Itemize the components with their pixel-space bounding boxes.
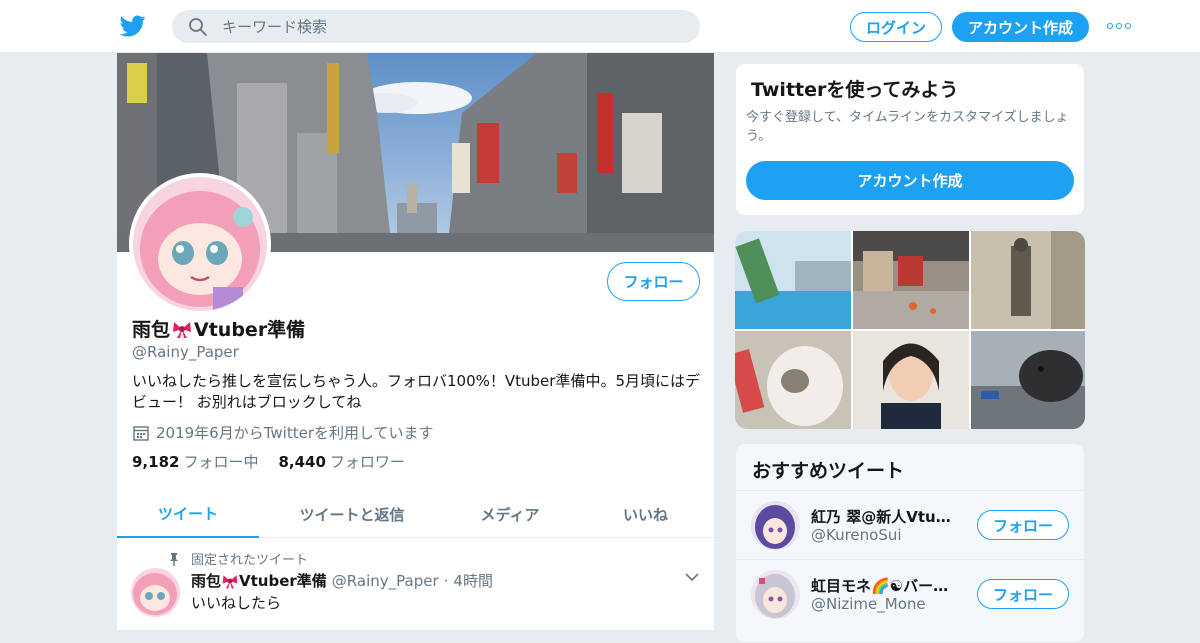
pinned-indicator: 固定されたツイート bbox=[167, 549, 308, 568]
recommended-user-name[interactable]: 虹目モネ🌈☯バーチャル bbox=[811, 575, 961, 596]
media-thumbnail[interactable] bbox=[853, 331, 969, 429]
profile-name: 雨包 Vtuber準備 bbox=[132, 315, 305, 342]
recommended-user-avatar[interactable] bbox=[751, 570, 800, 619]
search-input[interactable] bbox=[222, 17, 662, 36]
recommended-user-name[interactable]: 紅乃 翠@新人Vtuber bbox=[811, 506, 961, 527]
tweet-author-name-part2[interactable]: Vtuber準備 bbox=[239, 570, 327, 591]
tab-tweets[interactable]: ツイート bbox=[117, 490, 259, 538]
follow-button[interactable]: フォロー bbox=[607, 262, 700, 301]
tab-likes[interactable]: いいね bbox=[575, 490, 714, 538]
login-button[interactable]: ログイン bbox=[850, 12, 942, 42]
followers-stat[interactable]: 8,440 フォロワー bbox=[278, 451, 404, 472]
media-thumbnail[interactable] bbox=[971, 231, 1085, 329]
media-thumbnail[interactable] bbox=[853, 231, 969, 329]
signup-card-button[interactable]: アカウント作成 bbox=[746, 161, 1074, 200]
join-date-text: 2019年6月からTwitterを利用しています bbox=[156, 424, 434, 442]
recommended-follow-button[interactable]: フォロー bbox=[977, 579, 1069, 609]
following-stat[interactable]: 9,182 フォロー中 bbox=[132, 451, 258, 472]
pinned-tweet[interactable]: 固定されたツイート 雨包 Vtuber準備 @Rainy_Paper · 4時間 bbox=[117, 538, 714, 630]
recommended-user[interactable]: 虹目モネ🌈☯バーチャル @Nizime_Mone フォロー bbox=[736, 559, 1084, 628]
following-count: 9,182 bbox=[132, 453, 180, 471]
recommended-follow-button[interactable]: フォロー bbox=[977, 510, 1069, 540]
ribbon-emoji-icon bbox=[222, 574, 238, 588]
more-dots-icon[interactable] bbox=[1107, 20, 1131, 32]
tweet-author-name-part1[interactable]: 雨包 bbox=[191, 570, 221, 591]
tab-tweets-replies[interactable]: ツイートと返信 bbox=[259, 490, 445, 538]
profile-bio: いいねしたら推しを宣伝しちゃう人。フォロバ100%！Vtuber準備中。5月頃に… bbox=[132, 372, 700, 411]
profile-tabs: ツイート ツイートと返信 メディア いいね bbox=[117, 490, 714, 538]
signup-button[interactable]: アカウント作成 bbox=[952, 12, 1089, 42]
recommended-panel: おすすめツイート 紅乃 翠@新人Vtuber @KurenoSui フォロー 虹… bbox=[735, 443, 1085, 643]
media-thumbnail[interactable] bbox=[735, 331, 851, 429]
pinned-label: 固定されたツイート bbox=[191, 553, 309, 568]
profile-stats: 9,182 フォロー中 8,440 フォロワー bbox=[132, 451, 405, 472]
signup-card-title: Twitterを使ってみよう bbox=[751, 79, 959, 101]
profile-column: フォロー 雨包 Vtuber準備 @Rainy_Paper いいねしたら推しを宣… bbox=[116, 53, 715, 630]
media-thumbnail[interactable] bbox=[735, 231, 851, 329]
recommended-user-avatar[interactable] bbox=[751, 501, 800, 550]
profile-handle[interactable]: @Rainy_Paper bbox=[132, 343, 239, 361]
search-bar[interactable] bbox=[172, 10, 700, 43]
following-label: フォロー中 bbox=[183, 453, 259, 471]
followers-label: フォロワー bbox=[329, 453, 405, 471]
tab-media[interactable]: メディア bbox=[445, 490, 575, 538]
media-thumbnail[interactable] bbox=[971, 331, 1085, 429]
calendar-icon bbox=[133, 425, 149, 441]
signup-card-text: 今すぐ登録して、タイムラインをカスタマイズしましょう。 bbox=[746, 110, 1069, 144]
media-grid bbox=[735, 231, 1085, 429]
recommended-title: おすすめツイート bbox=[752, 460, 905, 482]
profile-avatar[interactable] bbox=[129, 173, 271, 315]
top-navigation-bar: ログイン アカウント作成 bbox=[0, 0, 1200, 53]
ribbon-emoji-icon bbox=[173, 321, 192, 338]
followers-count: 8,440 bbox=[278, 453, 326, 471]
profile-join-date: 2019年6月からTwitterを利用しています bbox=[132, 422, 434, 443]
tweet-author-handle[interactable]: @Rainy_Paper bbox=[332, 572, 439, 590]
chevron-down-icon[interactable] bbox=[685, 572, 699, 582]
profile-name-part2: Vtuber準備 bbox=[194, 319, 306, 341]
tweet-header: 雨包 Vtuber準備 @Rainy_Paper · 4時間 bbox=[191, 570, 493, 591]
tweet-time[interactable]: 4時間 bbox=[453, 570, 493, 591]
tweet-separator: · bbox=[443, 571, 449, 590]
tweet-text: いいねしたら bbox=[191, 594, 282, 612]
tweet-avatar[interactable] bbox=[131, 568, 180, 617]
signup-card: Twitterを使ってみよう 今すぐ登録して、タイムラインをカスタマイズしましょ… bbox=[735, 63, 1085, 216]
twitter-bird-icon[interactable] bbox=[119, 13, 147, 39]
profile-name-part1: 雨包 bbox=[132, 319, 171, 341]
search-icon bbox=[189, 17, 207, 36]
recommended-user-handle[interactable]: @Nizime_Mone bbox=[811, 595, 926, 613]
recommended-user[interactable]: 紅乃 翠@新人Vtuber @KurenoSui フォロー bbox=[736, 490, 1084, 559]
pin-icon bbox=[170, 552, 178, 566]
recommended-user-handle[interactable]: @KurenoSui bbox=[811, 526, 902, 544]
